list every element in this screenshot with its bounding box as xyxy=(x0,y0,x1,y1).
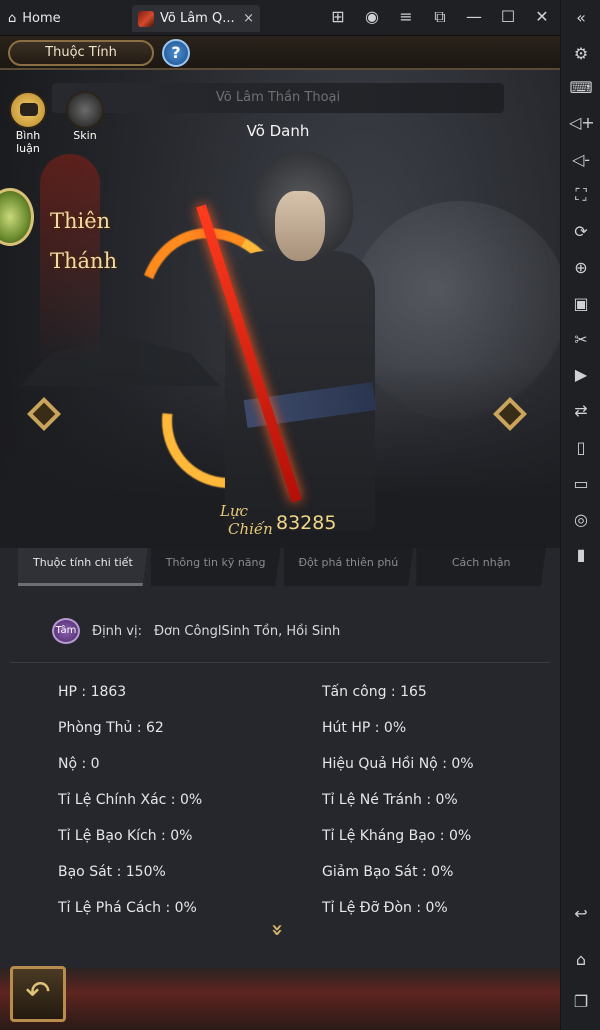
android-home-icon[interactable]: ⌂ xyxy=(569,948,593,972)
settings-icon[interactable]: ⚙ xyxy=(569,42,593,66)
home-tab-label: Home xyxy=(22,10,61,26)
collapse-icon[interactable]: « xyxy=(569,6,593,30)
jade-emblem-icon xyxy=(0,188,34,246)
stat-crit-damage: Bạo Sát : 150% xyxy=(58,864,166,880)
rotate-icon[interactable]: ⟳ xyxy=(569,220,593,244)
stat-rage-regen: Hiệu Quả Hồi Nộ : 0% xyxy=(322,756,474,772)
home-tab[interactable]: ⌂ Home xyxy=(8,6,61,30)
emulator-sidebar: « ⚙ ⌨ ◁+ ◁- ⛶ ⟳ ⊕ ▣ ✂ ▶ ⇄ ▯ ▭ ◎ ▮ ↩ ⌂ ❐ xyxy=(560,0,600,1030)
stat-attack: Tấn công : 165 xyxy=(322,684,427,700)
home-icon: ⌂ xyxy=(8,10,17,26)
menu-icon[interactable]: ≡ xyxy=(396,6,416,28)
role-label: Định vị: xyxy=(92,623,142,639)
game-app-icon xyxy=(138,10,154,27)
back-icon[interactable]: ↩ xyxy=(569,902,593,926)
fullscreen-icon[interactable]: ⛶ xyxy=(569,183,593,207)
stat-crit-rate: Tỉ Lệ Bạo Kích : 0% xyxy=(58,828,193,844)
window-controls: ⊞ ◉ ≡ ⧉ — ☐ ✕ xyxy=(328,6,552,28)
role-value: Đơn CônglSinh Tồn, Hồi Sinh xyxy=(153,623,341,639)
minimize-icon[interactable]: — xyxy=(464,6,484,28)
role-badge: Tâm xyxy=(52,618,80,644)
record-icon[interactable]: ▶ xyxy=(569,363,593,387)
help-button[interactable]: ? xyxy=(162,39,190,67)
maximize-icon[interactable]: ☐ xyxy=(498,6,518,28)
game-header: Thuộc Tính ? xyxy=(0,36,560,70)
apk-icon[interactable]: ▣ xyxy=(569,292,593,316)
game-tab-title: Võ Lâm Q... xyxy=(160,11,235,26)
tab-skill-info[interactable]: Thông tin kỹ năng xyxy=(150,548,281,586)
rank-line-2: Thánh xyxy=(50,249,118,273)
game-tab[interactable]: Võ Lâm Q... × xyxy=(132,5,260,32)
folder-icon[interactable]: ▭ xyxy=(569,472,593,496)
stat-block: Tỉ Lệ Đỡ Đòn : 0% xyxy=(322,900,448,916)
skin-icon xyxy=(66,91,104,129)
power-label-2: Chiến xyxy=(228,520,273,538)
scissors-icon[interactable]: ✂ xyxy=(569,328,593,352)
rank-line-1: Thiên xyxy=(50,209,111,233)
location-icon[interactable]: ◎ xyxy=(569,508,593,532)
info-tabs: Thuộc tính chi tiết Thông tin kỹ năng Độ… xyxy=(18,548,546,590)
stat-penetration: Tỉ Lệ Phá Cách : 0% xyxy=(58,900,197,916)
power-value: 83285 xyxy=(276,512,337,534)
scroll-down-icon[interactable]: » xyxy=(266,918,290,942)
stat-crit-resist: Tỉ Lệ Kháng Bạo : 0% xyxy=(322,828,472,844)
transfer-icon[interactable]: ⇄ xyxy=(569,399,593,423)
vibrate-icon[interactable]: ▮ xyxy=(569,543,593,567)
skin-button[interactable]: Skin xyxy=(63,91,107,142)
close-icon[interactable]: ✕ xyxy=(532,6,552,28)
volume-down-icon[interactable]: ◁- xyxy=(569,148,593,172)
next-hero-arrow[interactable] xyxy=(490,394,530,434)
stat-accuracy: Tỉ Lệ Chính Xác : 0% xyxy=(58,792,203,808)
stat-lifesteal: Hút HP : 0% xyxy=(322,720,407,736)
role-row: Tâm Định vị: Đơn CônglSinh Tồn, Hồi Sinh xyxy=(52,618,340,644)
title-banner: Võ Lâm Thần Thoại xyxy=(52,83,504,113)
power-label-1: Lực xyxy=(220,502,249,520)
stat-rage: Nộ : 0 xyxy=(58,756,100,772)
stat-hp: HP : 1863 xyxy=(58,684,127,700)
comment-icon xyxy=(9,91,47,129)
account-icon[interactable]: ◉ xyxy=(362,6,382,28)
keyboard-icon[interactable]: ⌨ xyxy=(569,76,593,100)
combat-power: Lực Chiến 83285 xyxy=(220,502,340,546)
tab-detailed-attributes[interactable]: Thuộc tính chi tiết xyxy=(18,548,148,586)
comment-button[interactable]: Bình luận xyxy=(6,91,50,155)
tab-close-icon[interactable]: × xyxy=(243,11,254,26)
emulator-titlebar: ⌂ Home Võ Lâm Q... × ⊞ ◉ ≡ ⧉ — ☐ ✕ xyxy=(0,0,600,36)
volume-up-icon[interactable]: ◁+ xyxy=(569,111,595,135)
recent-apps-icon[interactable]: ❐ xyxy=(569,990,593,1014)
arrow-left-icon xyxy=(27,397,61,431)
game-viewport: Thuộc Tính ? Võ Lâm Thần Thoại Võ Danh B… xyxy=(0,36,560,1030)
back-button[interactable]: ↶ xyxy=(10,966,66,1022)
info-panel: Thuộc tính chi tiết Thông tin kỹ năng Độ… xyxy=(0,548,560,968)
attributes-tab[interactable]: Thuộc Tính xyxy=(8,40,154,66)
character-name: Võ Danh xyxy=(246,122,310,140)
bottom-bar xyxy=(0,968,560,1030)
tab-how-to-get[interactable]: Cách nhận xyxy=(416,548,546,586)
shake-icon[interactable]: ▯ xyxy=(569,436,593,460)
prev-hero-arrow[interactable] xyxy=(24,394,64,434)
hero-face xyxy=(275,191,325,261)
arrow-right-icon xyxy=(493,397,527,431)
divider xyxy=(10,662,550,663)
external-icon[interactable]: ⧉ xyxy=(430,6,450,28)
comment-label: Bình luận xyxy=(15,129,41,155)
rank-title: Thiên Thánh xyxy=(50,201,118,281)
add-app-icon[interactable]: ⊕ xyxy=(569,256,593,280)
gamepad-icon[interactable]: ⊞ xyxy=(328,6,348,28)
stat-crit-damage-reduction: Giảm Bạo Sát : 0% xyxy=(322,864,454,880)
stat-defense: Phòng Thủ : 62 xyxy=(58,720,164,736)
stat-dodge: Tỉ Lệ Né Tránh : 0% xyxy=(322,792,458,808)
tab-talent-breakthrough[interactable]: Đột phá thiên phú xyxy=(283,548,414,586)
skin-label: Skin xyxy=(73,129,97,142)
